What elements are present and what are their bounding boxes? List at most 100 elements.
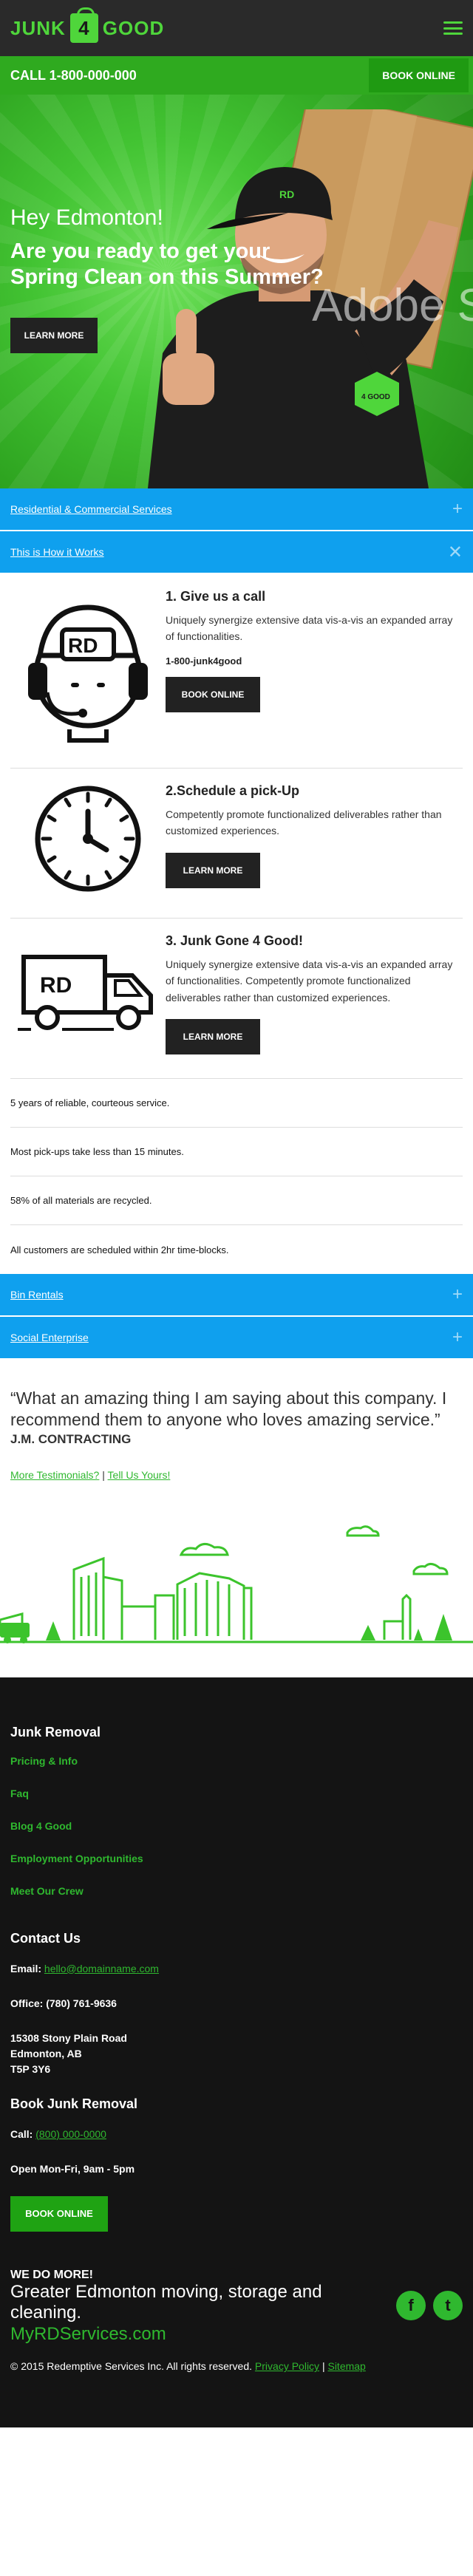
- footer-links: Pricing & Info Faq Blog 4 Good Employmen…: [10, 1755, 463, 1898]
- book-info: Call: (800) 000-0000 Open Mon-Fri, 9am -…: [10, 2127, 463, 2177]
- step-text: Competently promote functionalized deliv…: [166, 808, 442, 837]
- copyright: © 2015 Redemptive Services Inc. All righ…: [10, 2358, 463, 2376]
- logo-text-right: GOOD: [102, 16, 165, 39]
- stock-watermark: Adobe S: [312, 280, 473, 331]
- contact-email-line: Email: hello@domainname.com: [10, 1961, 463, 1977]
- accordion-residential-commercial[interactable]: Residential & Commercial Services +: [0, 488, 473, 531]
- hero-headline: Are you ready to get your Spring Clean o…: [10, 239, 324, 289]
- site-header: JUNK 4 GOOD: [0, 0, 473, 56]
- footer-heading-book: Book Junk Removal: [10, 2096, 138, 2111]
- footer-link-faq[interactable]: Faq: [10, 1788, 29, 1799]
- accordion-label[interactable]: Bin Rentals: [10, 1289, 64, 1301]
- contact-address: 15308 Stony Plain Road Edmonton, AB T5P …: [10, 2031, 463, 2077]
- book-hours: Open Mon-Fri, 9am - 5pm: [10, 2162, 135, 2175]
- step-title: 2.Schedule a pick-Up: [166, 783, 300, 798]
- shirt-badge: 4 GOOD: [361, 393, 390, 401]
- plus-icon[interactable]: +: [452, 1327, 463, 1348]
- fact-item: Most pick-ups take less than 15 minutes.: [10, 1128, 463, 1177]
- hero-learn-more-button[interactable]: LEARN MORE: [10, 318, 98, 353]
- accordion-how-it-works[interactable]: This is How it Works ✕: [0, 531, 473, 574]
- tell-us-link[interactable]: Tell Us Yours!: [108, 1469, 171, 1481]
- logo-text-left: JUNK: [10, 16, 66, 39]
- email-label: Email:: [10, 1962, 42, 1974]
- call-link[interactable]: (800) 000-0000: [35, 2128, 106, 2140]
- testimonial-quote: “What an amazing thing I am saying about…: [10, 1388, 447, 1429]
- learn-more-button[interactable]: LEARN MORE: [166, 1019, 260, 1055]
- step-call: RD 1. Give us a call Uniquely synergize …: [10, 574, 463, 769]
- book-online-button[interactable]: BOOK ONLINE: [369, 58, 469, 92]
- accordion-bin-rentals[interactable]: Bin Rentals +: [0, 1274, 473, 1318]
- book-online-button[interactable]: BOOK ONLINE: [166, 676, 260, 712]
- close-icon[interactable]: ✕: [448, 542, 463, 563]
- hero-greeting: Hey Edmonton!: [10, 205, 163, 230]
- city-skyline-illustration: [0, 1518, 473, 1677]
- plus-icon[interactable]: +: [452, 1284, 463, 1305]
- call-illustration: RD: [10, 589, 166, 744]
- step-text: Uniquely synergize extensive data vis-a-…: [166, 614, 453, 643]
- step-phone[interactable]: 1-800-junk4good: [166, 655, 463, 667]
- menu-icon-bar: [443, 27, 463, 30]
- testimonial-author: J.M. CONTRACTING: [10, 1431, 132, 1446]
- footer-link-employment[interactable]: Employment Opportunities: [10, 1853, 143, 1864]
- address-line: T5P 3Y6: [10, 2062, 51, 2075]
- menu-icon-bar: [443, 21, 463, 24]
- site-footer: Junk Removal Pricing & Info Faq Blog 4 G…: [0, 1677, 473, 2428]
- cap-badge: RD: [279, 188, 294, 200]
- facebook-icon[interactable]: f: [396, 2290, 426, 2320]
- menu-icon[interactable]: [443, 21, 463, 35]
- fact-item: 58% of all materials are recycled.: [10, 1176, 463, 1226]
- logo-badge: 4: [69, 7, 98, 43]
- footer-book-online-button[interactable]: BOOK ONLINE: [10, 2195, 108, 2232]
- plus-icon[interactable]: +: [452, 499, 463, 519]
- call-phone-link[interactable]: CALL 1-800-000-000: [10, 68, 137, 84]
- link-separator: |: [321, 2360, 325, 2373]
- accordion-label[interactable]: Residential & Commercial Services: [10, 503, 172, 515]
- we-do-more-site-link[interactable]: MyRDServices.com: [10, 2324, 328, 2345]
- address-line: Edmonton, AB: [10, 2047, 82, 2059]
- more-testimonials-link[interactable]: More Testimonials?: [10, 1469, 99, 1481]
- footer-link-blog[interactable]: Blog 4 Good: [10, 1820, 72, 1832]
- accordion-social-enterprise[interactable]: Social Enterprise +: [0, 1317, 473, 1360]
- svg-text:RD: RD: [40, 973, 72, 998]
- svg-text:RD: RD: [68, 634, 98, 657]
- menu-icon-bar: [443, 33, 463, 35]
- testimonial: “What an amazing thing I am saying about…: [0, 1360, 473, 1518]
- step-text: Uniquely synergize extensive data vis-a-…: [166, 958, 453, 1004]
- link-separator: |: [102, 1468, 105, 1481]
- step-title: 1. Give us a call: [166, 589, 266, 604]
- accordion-label[interactable]: Social Enterprise: [10, 1332, 89, 1343]
- book-call-line: Call: (800) 000-0000: [10, 2127, 463, 2142]
- contact-office: Office: (780) 761-9636: [10, 1997, 117, 2009]
- headset-face-icon: RD: [28, 604, 148, 743]
- learn-more-button[interactable]: LEARN MORE: [166, 852, 260, 888]
- footer-heading-junk-removal: Junk Removal: [10, 1724, 101, 1740]
- we-do-more-text: Greater Edmonton moving, storage and cle…: [10, 2281, 322, 2323]
- sitemap-link[interactable]: Sitemap: [327, 2360, 365, 2372]
- schedule-illustration: [10, 783, 166, 894]
- footer-link-pricing[interactable]: Pricing & Info: [10, 1755, 78, 1767]
- facts-list: 5 years of reliable, courteous service. …: [0, 1079, 473, 1274]
- truck-icon: RD: [18, 955, 153, 1032]
- step-schedule: 2.Schedule a pick-Up Competently promote…: [10, 769, 463, 919]
- call-label: Call:: [10, 2127, 33, 2140]
- copyright-text: © 2015 Redemptive Services Inc. All righ…: [10, 2360, 253, 2373]
- social-icons: f t: [396, 2290, 463, 2320]
- hero-banner: RD 4 GOOD Adobe S Hey Edmonton! Are you …: [0, 95, 473, 488]
- logo[interactable]: JUNK 4 GOOD: [10, 7, 165, 43]
- footer-link-crew[interactable]: Meet Our Crew: [10, 1885, 84, 1897]
- we-do-more-title: WE DO MORE!: [10, 2268, 93, 2281]
- fact-item: All customers are scheduled within 2hr t…: [10, 1244, 229, 1255]
- clock-icon: [35, 786, 141, 892]
- twitter-icon[interactable]: t: [433, 2290, 463, 2320]
- privacy-policy-link[interactable]: Privacy Policy: [255, 2360, 319, 2372]
- skyline-graphic: [0, 1524, 473, 1643]
- address-line: 15308 Stony Plain Road: [10, 2031, 127, 2044]
- accordion-label[interactable]: This is How it Works: [10, 546, 104, 558]
- footer-heading-contact: Contact Us: [10, 1930, 81, 1946]
- email-link[interactable]: hello@domainname.com: [44, 1963, 159, 1974]
- step-title: 3. Junk Gone 4 Good!: [166, 933, 304, 948]
- step-junk-gone: RD 3. Junk Gone 4 Good! Uniquely synergi…: [10, 919, 463, 1080]
- truck-illustration: RD: [10, 933, 166, 1054]
- testimonial-links: More Testimonials? | Tell Us Yours!: [10, 1469, 463, 1481]
- contact-info: Email: hello@domainname.com Office: (780…: [10, 1961, 463, 2077]
